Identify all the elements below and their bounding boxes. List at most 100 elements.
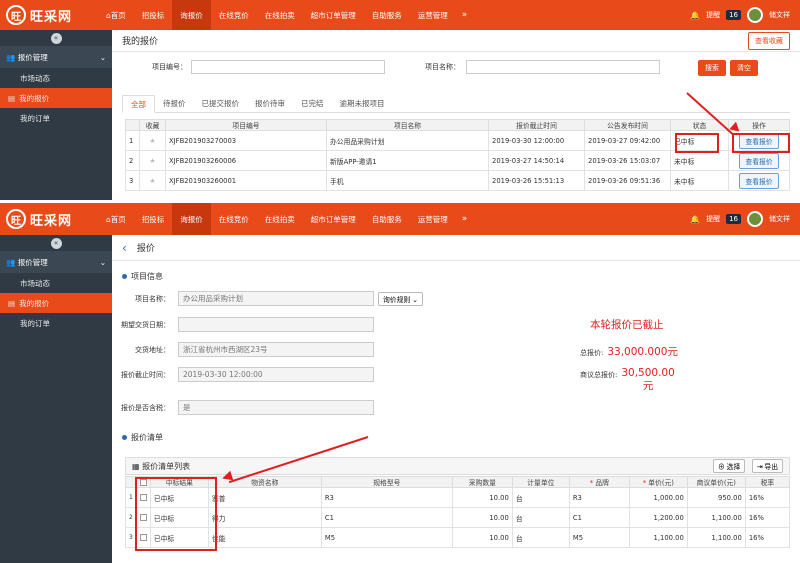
nav-bidding[interactable]: 在线竞价 bbox=[211, 203, 257, 235]
remind-label[interactable]: 提醒 bbox=[706, 214, 720, 224]
field-label: 交货地址： bbox=[135, 345, 170, 354]
search-button[interactable]: 搜索 bbox=[698, 60, 726, 76]
view-favorites-button[interactable]: 查看收藏 bbox=[748, 31, 790, 50]
row-index: 3 bbox=[125, 170, 140, 191]
row-deadline: 2019-03-27 14:50:14 bbox=[488, 150, 585, 171]
back-icon[interactable]: ‹ bbox=[122, 241, 127, 255]
row-publish: 2019-03-26 09:51:36 bbox=[584, 170, 671, 191]
nav-market-orders[interactable]: 超市订单管理 bbox=[303, 0, 364, 30]
main-content: 我的报价 查看收藏 项目编号： 项目名称： 搜索 清空 全部 待报价 已提交报价… bbox=[112, 30, 800, 200]
nav-home[interactable]: ⌂ 首页 bbox=[98, 203, 134, 235]
brand-name: 旺采网 bbox=[30, 9, 73, 25]
list-icon: ▤ bbox=[8, 93, 16, 103]
row-spec: C1 bbox=[320, 507, 453, 528]
nav-inquiry[interactable]: 询报价 bbox=[172, 0, 211, 30]
sidebar-item-my-quotes[interactable]: ▤ 我的报价 bbox=[0, 293, 112, 313]
inquiry-rules-button[interactable]: 询价规则 ⌄ bbox=[378, 291, 423, 306]
nav-self-service[interactable]: 自助服务 bbox=[364, 203, 410, 235]
chevron-down-icon: ⌄ bbox=[99, 52, 106, 62]
export-button[interactable]: ⇥ 导出 bbox=[751, 459, 783, 473]
row-brand: R3 bbox=[568, 487, 630, 508]
view-quote-button[interactable]: 查看报价 bbox=[739, 152, 779, 169]
total-label: 总报价: bbox=[580, 349, 604, 357]
nav-bidding[interactable]: 在线竞价 bbox=[211, 0, 257, 30]
table-header-row: 收藏 项目编号 项目名称 报价截止时间 公告发布时间 状态 操作 bbox=[125, 119, 790, 131]
row-deadline: 2019-03-30 12:00:00 bbox=[488, 130, 585, 151]
row-code: XJFB201903260001 bbox=[165, 170, 327, 191]
star-icon[interactable]: ★ bbox=[139, 130, 166, 151]
star-icon[interactable]: ★ bbox=[139, 150, 166, 171]
row-index: 2 bbox=[125, 150, 140, 171]
quote-items-table: 中标结果 物资名称 规格型号 采购数量 计量单位 * 品牌 * 单价(元) 商议… bbox=[125, 476, 791, 548]
user-name[interactable]: 储文祥 bbox=[769, 10, 790, 20]
star-icon[interactable]: ★ bbox=[139, 170, 166, 191]
sidebar: « 👥 报价管理 ⌄ 市场动态 ▤ 我的报价 我的订单 bbox=[0, 30, 112, 200]
col-qty: 采购数量 bbox=[451, 476, 513, 488]
nav-operations[interactable]: 运营管理 bbox=[410, 203, 456, 235]
panel-quote-detail: 旺 旺采网 ⌂ 首页 招投标 询报价 在线竞价 在线拍卖 超市订单管理 自助服务… bbox=[0, 203, 800, 563]
row-status: 未中标 bbox=[670, 150, 729, 171]
users-icon: 👥 bbox=[6, 52, 16, 62]
sidebar-collapse[interactable]: « bbox=[0, 235, 112, 251]
top-nav-bar: 旺 旺采网 ⌂ 首页 招投标 询报价 在线竞价 在线拍卖 超市订单管理 自助服务… bbox=[0, 203, 800, 235]
avatar[interactable] bbox=[747, 211, 763, 227]
section-dot bbox=[122, 435, 127, 440]
table-row: 3 ★ XJFB201903260001 手机 2019-03-26 15:51… bbox=[125, 170, 790, 191]
row-name: 新版APP-邀请1 bbox=[326, 150, 489, 171]
select-button[interactable]: ⊕ 选择 bbox=[712, 459, 746, 473]
bell-icon[interactable]: 🔔 bbox=[690, 215, 700, 224]
nav-tender[interactable]: 招投标 bbox=[134, 203, 173, 235]
tab-pending[interactable]: 待报价 bbox=[155, 95, 194, 112]
sidebar-item-my-orders[interactable]: 我的订单 bbox=[0, 313, 112, 333]
field-value: 浙江省杭州市西湖区23号 bbox=[178, 342, 374, 357]
remind-count-badge: 16 bbox=[726, 10, 741, 20]
sidebar-item-market[interactable]: 市场动态 bbox=[0, 273, 112, 293]
nav-self-service[interactable]: 自助服务 bbox=[364, 0, 410, 30]
sidebar-item-my-orders[interactable]: 我的订单 bbox=[0, 108, 112, 128]
nav-auction[interactable]: 在线拍卖 bbox=[257, 203, 303, 235]
sidebar-group-quotes[interactable]: 👥 报价管理 ⌄ bbox=[0, 46, 112, 68]
nav-home[interactable]: ⌂ 首页 bbox=[98, 0, 134, 30]
clear-button[interactable]: 清空 bbox=[730, 60, 758, 76]
row-agreed-price: 950.00 bbox=[686, 487, 746, 508]
users-icon: 👥 bbox=[6, 257, 16, 267]
nav-more-icon[interactable]: » bbox=[456, 0, 474, 30]
avatar[interactable] bbox=[747, 7, 763, 23]
sidebar-group-quotes[interactable]: 👥 报价管理 ⌄ bbox=[0, 251, 112, 273]
project-name-input[interactable] bbox=[466, 60, 660, 74]
col-deadline: 报价截止时间 bbox=[488, 119, 585, 131]
tab-overdue[interactable]: 逾期未报项目 bbox=[332, 95, 393, 112]
tab-review[interactable]: 报价待审 bbox=[247, 95, 293, 112]
tab-submitted[interactable]: 已提交报价 bbox=[194, 95, 248, 112]
row-publish: 2019-03-27 09:42:00 bbox=[584, 130, 671, 151]
bell-icon[interactable]: 🔔 bbox=[690, 11, 700, 20]
field-value: 2019-03-30 12:00:00 bbox=[178, 367, 374, 382]
brand-logo[interactable]: 旺 旺采网 bbox=[0, 0, 98, 30]
nav-inquiry[interactable]: 询报价 bbox=[172, 203, 211, 235]
tab-closed[interactable]: 已完结 bbox=[293, 95, 332, 112]
tab-all[interactable]: 全部 bbox=[122, 95, 155, 113]
sidebar-item-my-quotes[interactable]: ▤ 我的报价 bbox=[0, 88, 112, 108]
sidebar-collapse[interactable]: « bbox=[0, 30, 112, 46]
page-title: 报价 bbox=[136, 244, 155, 254]
annotation-status-box bbox=[675, 133, 719, 153]
nav-operations[interactable]: 运营管理 bbox=[410, 0, 456, 30]
list-section-head: 报价清单 bbox=[122, 432, 163, 443]
nav-market-orders[interactable]: 超市订单管理 bbox=[303, 203, 364, 235]
remind-label[interactable]: 提醒 bbox=[706, 10, 720, 20]
sidebar-item-market[interactable]: 市场动态 bbox=[0, 68, 112, 88]
nav-auction[interactable]: 在线拍卖 bbox=[257, 0, 303, 30]
project-code-input[interactable] bbox=[191, 60, 385, 74]
search-row: 项目编号： 项目名称： bbox=[152, 60, 660, 74]
field-value: 办公用品采购计划 bbox=[178, 291, 374, 306]
row-price: 1,000.00 bbox=[628, 487, 688, 508]
brand-logo[interactable]: 旺 旺采网 bbox=[0, 203, 98, 235]
row-code: XJFB201903260006 bbox=[165, 150, 327, 171]
field-project-name: 项目名称： 办公用品采购计划 询价规则 ⌄ bbox=[112, 291, 423, 306]
view-quote-button[interactable]: 查看报价 bbox=[739, 172, 779, 189]
user-name[interactable]: 储文祥 bbox=[769, 214, 790, 224]
row-qty: 10.00 bbox=[451, 507, 513, 528]
page-title-bar: 我的报价 查看收藏 bbox=[112, 30, 800, 52]
nav-tender[interactable]: 招投标 bbox=[134, 0, 173, 30]
nav-more-icon[interactable]: » bbox=[456, 203, 474, 235]
